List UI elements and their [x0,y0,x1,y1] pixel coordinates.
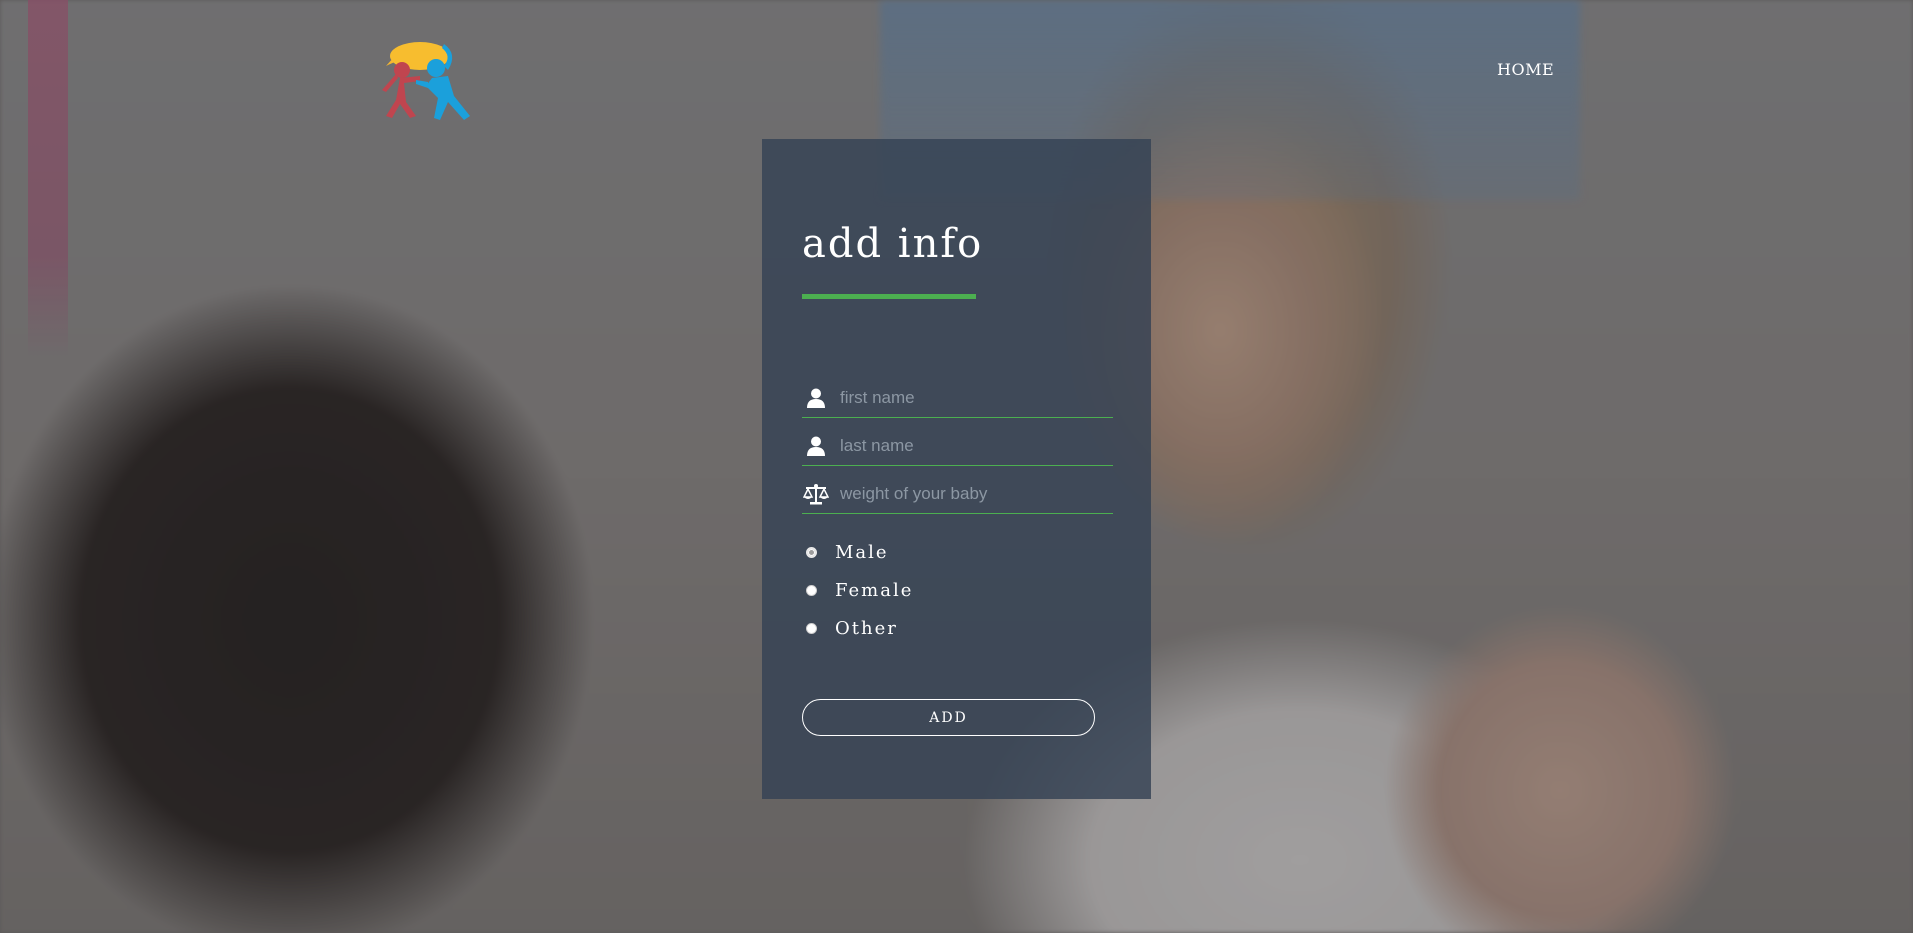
add-info-form: add info first name last name weight of … [762,139,1151,799]
user-icon [802,386,830,410]
first-name-input[interactable] [830,383,1113,413]
radio-button[interactable] [806,623,817,634]
gender-option-male[interactable]: Male [806,542,889,563]
family-logo-icon[interactable] [376,36,480,124]
scale-icon [802,482,830,506]
radio-label: Other [835,618,898,639]
radio-button[interactable] [806,547,817,558]
weight-field [802,475,1113,514]
last-name-field [802,427,1113,466]
first-name-field [802,379,1113,418]
user-icon [802,434,830,458]
add-button[interactable]: ADD [802,699,1095,736]
nav-home-link[interactable]: HOME [1497,60,1554,79]
gender-option-female[interactable]: Female [806,580,913,601]
radio-label: Male [835,542,889,563]
title-underline [802,294,976,299]
radio-button[interactable] [806,585,817,596]
last-name-input[interactable] [830,431,1113,461]
gender-option-other[interactable]: Other [806,618,898,639]
radio-label: Female [835,580,914,601]
page: HOME add info first name last name weigh… [0,0,1913,933]
weight-input[interactable] [830,479,1113,509]
form-title: add info [802,221,984,267]
